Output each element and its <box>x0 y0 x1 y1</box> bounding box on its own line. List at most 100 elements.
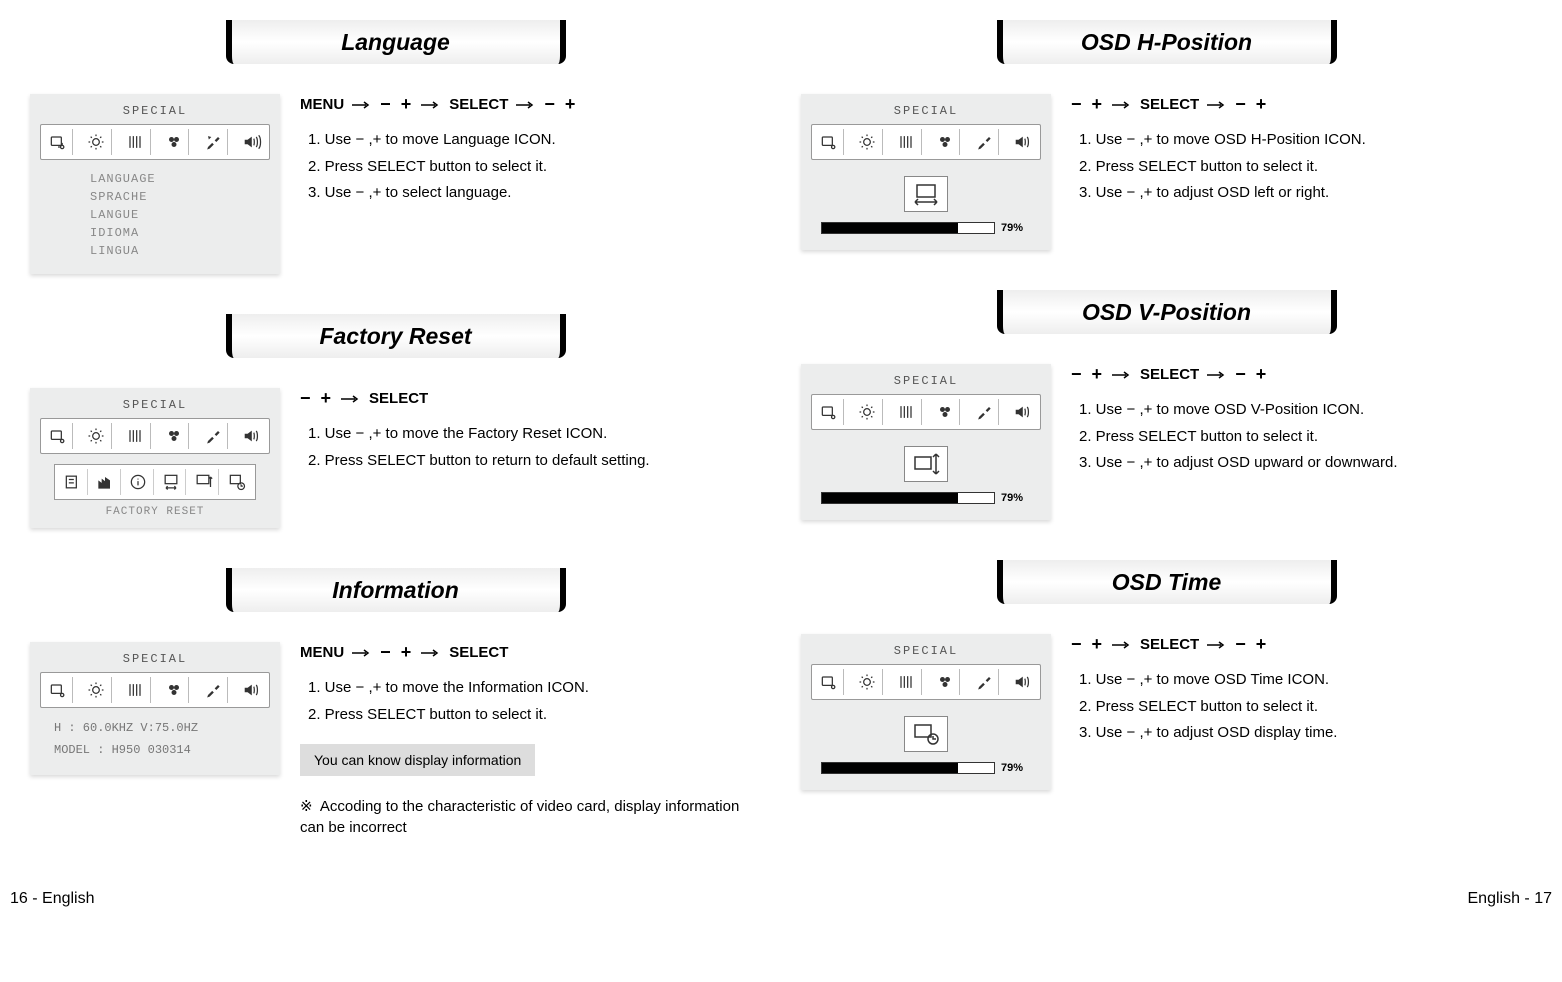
minus-icon: − <box>1235 94 1248 115</box>
instructions: 1. Use − ,+ to move OSD Time ICON. 2. Pr… <box>1071 669 1532 745</box>
right-page: OSD H-Position SPECIAL <box>801 20 1532 878</box>
select-label: SELECT <box>1140 366 1199 383</box>
sound-icon <box>237 677 267 703</box>
arrow-icon <box>1112 641 1132 649</box>
section-information: Information SPECIAL H : 60.0KHZ V:75.0HZ <box>30 568 761 838</box>
footnote-text: Accoding to the characteristic of video … <box>300 798 739 836</box>
arrow-icon <box>1112 101 1132 109</box>
section-header: OSD H-Position <box>997 20 1337 64</box>
osd-language-list: LANGUAGE SPRACHE LANGUE IDIOMA LINGUA <box>40 160 270 264</box>
osd-sub-label: FACTORY RESET <box>40 506 270 518</box>
brightness-icon <box>853 129 883 155</box>
color-icon <box>930 669 960 695</box>
heading-language: Language <box>341 29 450 56</box>
instr-line: 1. Use − ,+ to move OSD Time ICON. <box>1079 669 1532 692</box>
minus-icon: − <box>380 94 393 115</box>
steps-vpos: − + SELECT − + 1. Use − ,+ to move OSD V… <box>1071 364 1532 479</box>
slider-fill <box>822 493 958 503</box>
time-sub-icon <box>222 469 252 495</box>
hpos-sub-icon <box>156 469 186 495</box>
language-sub-icon <box>58 469 88 495</box>
instructions: 1. Use − ,+ to move Language ICON. 2. Pr… <box>300 129 761 205</box>
slider-pct: 79% <box>1001 222 1031 234</box>
color-icon <box>159 423 189 449</box>
osd-icon-row <box>811 124 1041 160</box>
section-header: Factory Reset <box>226 314 566 358</box>
osd-icon-row <box>811 394 1041 430</box>
section-factory-reset: Factory Reset SPECIAL <box>30 314 761 528</box>
osd-panel-factory: SPECIAL <box>30 388 280 528</box>
section-header: OSD V-Position <box>997 290 1337 334</box>
arrow-icon <box>1207 101 1227 109</box>
tools-icon <box>198 677 228 703</box>
minus-icon: − <box>1071 364 1084 385</box>
page-num-right: English - 17 <box>1468 890 1553 908</box>
page-footer: 16 - English English - 17 <box>0 890 1562 908</box>
osd-title: SPECIAL <box>40 652 270 666</box>
steps-hpos: − + SELECT − + 1. Use − ,+ to move OSD H… <box>1071 94 1532 209</box>
osd-slider: 79% <box>811 160 1041 240</box>
position-icon <box>814 399 844 425</box>
osd-panel-vpos: SPECIAL <box>801 364 1051 520</box>
instructions: 1. Use − ,+ to move OSD H-Position ICON.… <box>1071 129 1532 205</box>
heading-time: OSD Time <box>1112 569 1222 596</box>
position-icon <box>43 423 73 449</box>
section-osd-time: OSD Time SPECIAL <box>801 560 1532 790</box>
instructions: 1. Use − ,+ to move OSD V-Position ICON.… <box>1071 399 1532 475</box>
select-label: SELECT <box>1140 96 1199 113</box>
vpos-icon <box>904 446 948 482</box>
minus-icon: − <box>300 388 313 409</box>
position-icon <box>814 669 844 695</box>
osd-icon-row <box>40 418 270 454</box>
osd-title: SPECIAL <box>811 104 1041 118</box>
minus-icon: − <box>1071 634 1084 655</box>
steps-language: MENU − + SELECT − + 1. Use − ,+ to move … <box>300 94 761 209</box>
page-num-left: 16 - English <box>10 890 95 908</box>
steps-time: − + SELECT − + 1. Use − ,+ to move OSD T… <box>1071 634 1532 749</box>
plus-icon: + <box>565 94 578 115</box>
plus-icon: + <box>1092 94 1105 115</box>
plus-icon: + <box>1256 634 1269 655</box>
step-sequence: − + SELECT − + <box>1071 634 1532 655</box>
sound-icon <box>1008 399 1038 425</box>
arrow-icon <box>421 101 441 109</box>
heading-hpos: OSD H-Position <box>1081 29 1252 56</box>
plus-icon: + <box>1256 94 1269 115</box>
osd-slider: 79% <box>811 700 1041 780</box>
step-sequence: MENU − + SELECT − + <box>300 94 761 115</box>
color-icon <box>930 129 960 155</box>
select-label: SELECT <box>449 644 508 661</box>
brightness-icon <box>82 423 112 449</box>
left-page: Language SPECIAL LANGUAGE SPRACH <box>30 20 761 878</box>
slider-track <box>821 492 995 504</box>
arrow-icon <box>516 101 536 109</box>
brightness-icon <box>853 399 883 425</box>
hpos-icon <box>904 176 948 212</box>
slider-track <box>821 222 995 234</box>
section-osd-vpos: OSD V-Position SPECIAL <box>801 290 1532 520</box>
osd-icon-row <box>40 124 270 160</box>
step-sequence: − + SELECT <box>300 388 761 409</box>
section-header: OSD Time <box>997 560 1337 604</box>
menu-label: MENU <box>300 96 344 113</box>
sound-icon <box>237 129 267 155</box>
slider-track <box>821 762 995 774</box>
minus-icon: − <box>380 642 393 663</box>
osd-title: SPECIAL <box>40 104 270 118</box>
select-label: SELECT <box>1140 636 1199 653</box>
instr-line: 1. Use − ,+ to move OSD H-Position ICON. <box>1079 129 1532 152</box>
osd-icon-row <box>40 672 270 708</box>
color-icon <box>159 129 189 155</box>
section-osd-hpos: OSD H-Position SPECIAL <box>801 20 1532 250</box>
heading-vpos: OSD V-Position <box>1082 299 1251 326</box>
select-label: SELECT <box>449 96 508 113</box>
position-icon <box>43 129 73 155</box>
tools-icon <box>198 129 228 155</box>
brightness-icon <box>82 677 112 703</box>
instr-line: 1. Use − ,+ to move Language ICON. <box>308 129 761 152</box>
osd-panel-hpos: SPECIAL <box>801 94 1051 250</box>
menu-label: MENU <box>300 644 344 661</box>
instr-line: 2. Press SELECT button to select it. <box>1079 696 1532 719</box>
color-icon <box>930 399 960 425</box>
step-sequence: MENU − + SELECT <box>300 642 761 663</box>
